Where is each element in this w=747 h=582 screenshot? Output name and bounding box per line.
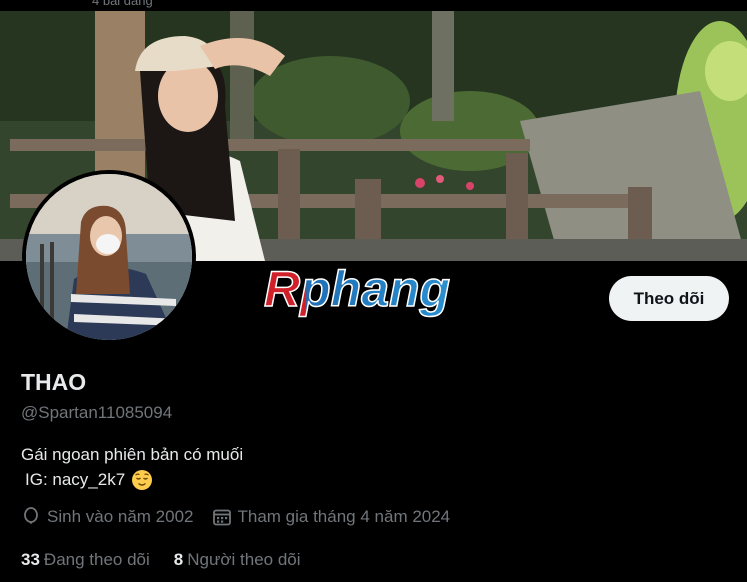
followers-count: 8 (173, 550, 184, 569)
joined-text: Tham gia tháng 4 năm 2024 (237, 507, 451, 526)
profile-bio: Gái ngoan phiên bản có muối IG: nacy_2k7 (21, 442, 243, 492)
svg-text:Rphang: Rphang (264, 261, 450, 317)
bio-instagram: IG: nacy_2k7 (25, 470, 126, 489)
relieved-face-icon (131, 469, 153, 491)
follow-button[interactable]: Theo dõi (609, 276, 729, 321)
profile-handle: @Spartan11085094 (21, 403, 173, 422)
bio-line-1: Gái ngoan phiên bản có muối (21, 445, 244, 464)
following-count: 33 (21, 550, 40, 569)
bio-line-2: IG: nacy_2k7 (21, 467, 243, 492)
followers-link[interactable]: 8 Người theo dõi (174, 550, 301, 570)
birthday-item: Sinh vào năm 2002 (21, 507, 194, 527)
following-link[interactable]: 33 Đang theo dõi (21, 550, 150, 570)
profile-meta: Sinh vào năm 2002 Tham gia tháng 4 năm 2… (21, 507, 468, 527)
followers-label: Người theo dõi (187, 550, 301, 569)
post-count: 4 bài đăng (92, 0, 153, 8)
profile-stats: 33 Đang theo dõi 8 Người theo dõi (21, 550, 325, 570)
joined-item: Tham gia tháng 4 năm 2024 (212, 507, 451, 527)
calendar-icon (212, 509, 231, 526)
profile-name: THAO (21, 369, 87, 395)
avatar-photo (26, 174, 192, 340)
balloon-icon (24, 507, 38, 525)
top-bar: 4 bài đăng (0, 0, 747, 11)
following-label: Đang theo dõi (43, 550, 150, 569)
watermark-logo: Rphang (262, 258, 488, 324)
birthday-text: Sinh vào năm 2002 (47, 507, 194, 526)
avatar[interactable] (22, 170, 196, 344)
